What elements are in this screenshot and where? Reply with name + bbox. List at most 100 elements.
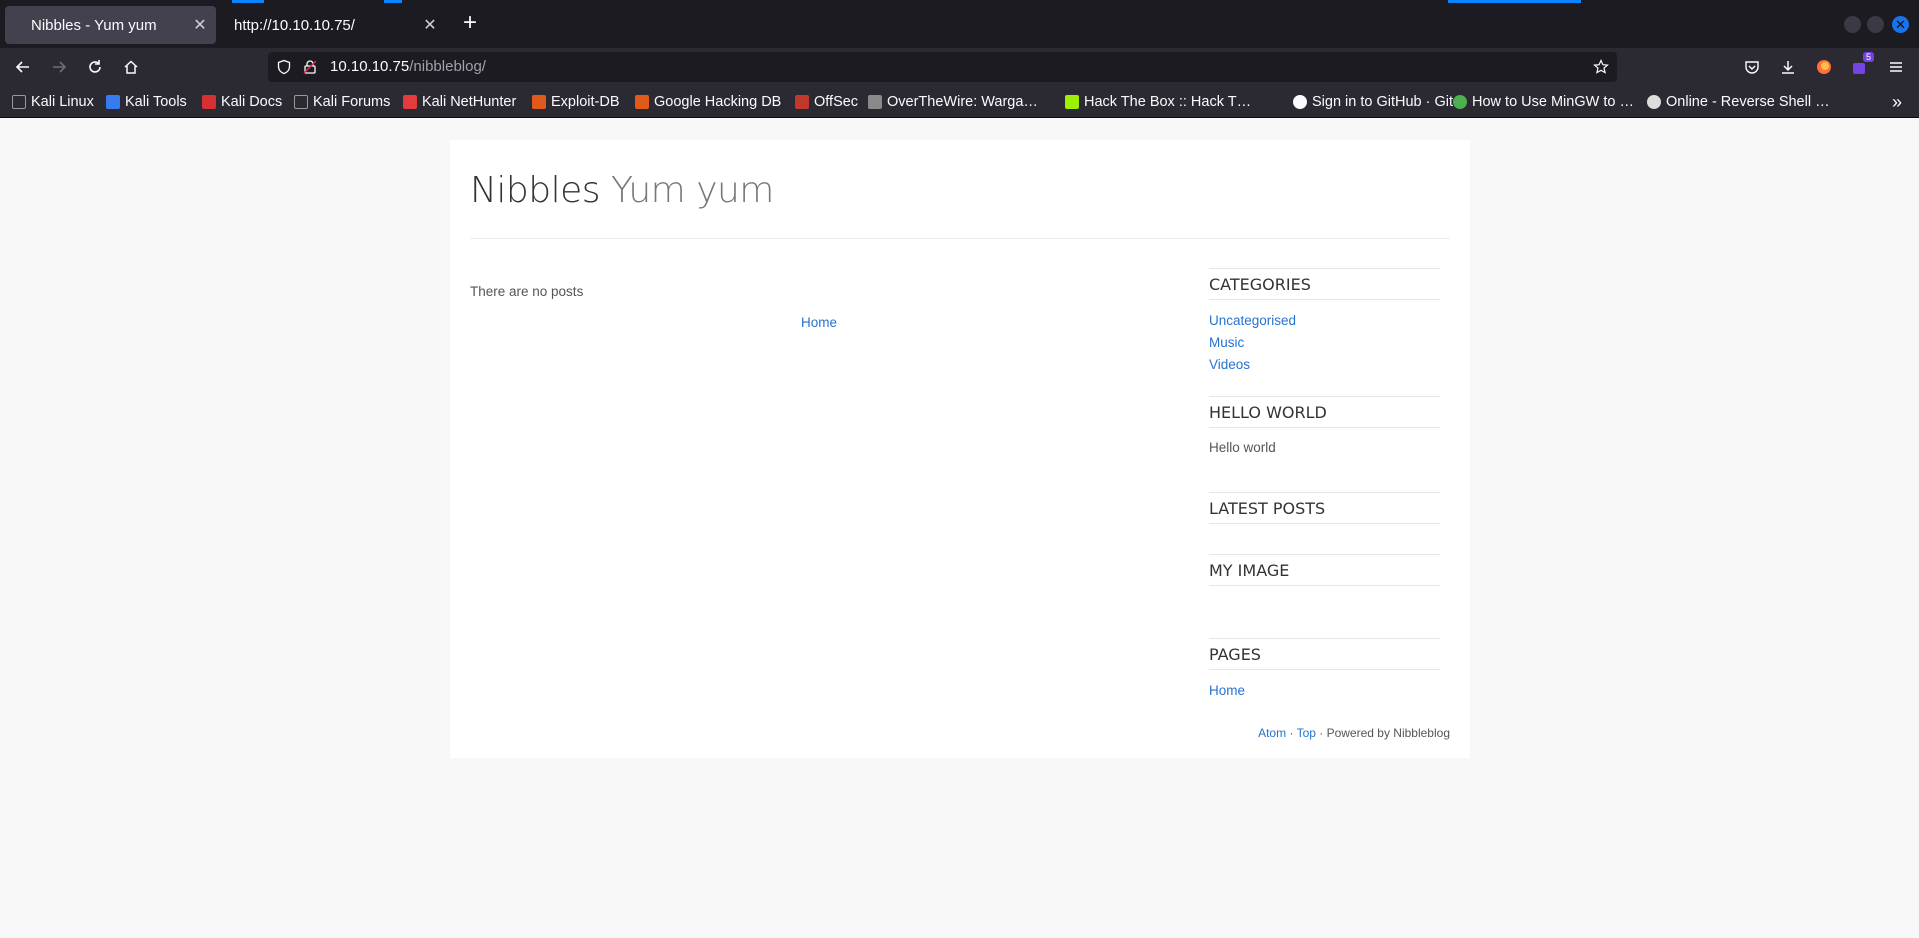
bookmarks-overflow-chevron-icon[interactable]: » (1892, 92, 1902, 112)
minimize-button[interactable] (1844, 16, 1861, 33)
skull-icon (1647, 95, 1661, 109)
hamburger-menu-icon[interactable] (1884, 55, 1908, 79)
tab-title: Nibbles - Yum yum (31, 16, 157, 34)
plugin-title: CATEGORIES (1209, 275, 1311, 294)
no-posts-message: There are no posts (470, 284, 584, 299)
downloads-icon[interactable] (1776, 55, 1800, 79)
bookmark-kali-nethunter[interactable]: Kali NetHunter (403, 92, 516, 112)
exploit-db-icon (532, 95, 546, 109)
bookmark-kali-forums[interactable]: Kali Forums (294, 92, 390, 112)
htb-icon (1065, 95, 1079, 109)
tab-accent-bar (232, 0, 264, 3)
url-path: /nibbleblog/ (409, 58, 486, 75)
plugin-header: LATEST POSTS (1209, 492, 1440, 524)
bookmark-offsec[interactable]: OffSec (795, 92, 858, 112)
pocket-icon[interactable] (1740, 55, 1764, 79)
plugin-title: HELLO WORLD (1209, 403, 1327, 422)
category-link-music[interactable]: Music (1209, 332, 1296, 354)
maximize-button[interactable] (1867, 16, 1884, 33)
blog-header-title[interactable]: Nibbles Yum yum (470, 170, 774, 211)
header-divider (470, 238, 1450, 239)
bookmark-label: Hack The Box :: Hack T… (1084, 94, 1252, 110)
extensions-badge: 5 (1862, 52, 1874, 62)
footer-powered-by: · Powered by Nibbleblog (1315, 726, 1450, 740)
pages-list: Home (1209, 680, 1245, 702)
kali-forums-icon (294, 95, 308, 109)
bookmark-kali-linux[interactable]: Kali Linux (12, 92, 94, 112)
category-list: Uncategorised Music Videos (1209, 310, 1296, 376)
tab-accent-bar (1448, 0, 1581, 3)
bookmark-label: How to Use MinGW to … (1472, 94, 1634, 110)
blog-name: Nibbles (470, 170, 601, 211)
home-icon[interactable] (119, 55, 143, 79)
bookmark-kali-tools[interactable]: Kali Tools (106, 92, 187, 112)
ghdb-icon (635, 95, 649, 109)
bookmark-ghdb[interactable]: Google Hacking DB (635, 92, 781, 112)
bookmark-label: Kali Linux (31, 94, 94, 110)
plugin-title: LATEST POSTS (1209, 499, 1326, 518)
bookmark-github[interactable]: Sign in to GitHub · Git… (1293, 92, 1468, 112)
plugin-header: MY IMAGE (1209, 554, 1440, 586)
nethunter-icon (403, 95, 417, 109)
plugin-header: PAGES (1209, 638, 1440, 670)
offsec-icon (795, 95, 809, 109)
category-link-uncategorised[interactable]: Uncategorised (1209, 310, 1296, 332)
firefox-account-icon[interactable] (1812, 55, 1836, 79)
bookmark-reverse-shell[interactable]: Online - Reverse Shell … (1647, 92, 1830, 112)
shield-icon[interactable] (276, 59, 292, 75)
kali-tools-icon (106, 95, 120, 109)
bookmark-label: Kali Tools (125, 94, 187, 110)
tab-title: http://10.10.10.75/ (234, 16, 355, 34)
bookmark-mingw[interactable]: How to Use MinGW to … (1453, 92, 1634, 112)
blog-footer: Atom · Top · Powered by Nibbleblog (1258, 726, 1450, 740)
overthewire-icon (868, 95, 882, 109)
blog-slogan: Yum yum (611, 170, 774, 211)
plugin-header: CATEGORIES (1209, 268, 1440, 300)
bookmark-label: Exploit-DB (551, 94, 620, 110)
hello-world-text: Hello world (1209, 440, 1276, 455)
footer-separator: · (1286, 726, 1297, 740)
bookmark-label: Kali NetHunter (422, 94, 517, 110)
tab-strip: Nibbles - Yum yum ✕ http://10.10.10.75/ … (0, 0, 1919, 48)
github-icon (1293, 95, 1307, 109)
plugin-title: MY IMAGE (1209, 561, 1290, 580)
bookmark-hackthebox[interactable]: Hack The Box :: Hack T… (1065, 92, 1251, 112)
insecure-lock-icon[interactable] (302, 59, 318, 75)
mingw-icon (1453, 95, 1467, 109)
bookmarks-toolbar: Kali Linux Kali Tools Kali Docs Kali For… (0, 86, 1919, 118)
bookmark-label: Sign in to GitHub · Git… (1312, 94, 1468, 110)
footer-top-link[interactable]: Top (1297, 726, 1316, 740)
bookmark-label: Online - Reverse Shell … (1666, 94, 1830, 110)
category-link-videos[interactable]: Videos (1209, 354, 1296, 376)
bookmark-label: OverTheWire: Warga… (887, 94, 1038, 110)
url-bar[interactable]: 10.10.10.75/nibbleblog/ (268, 52, 1617, 82)
pager-home-link[interactable]: Home (801, 315, 837, 330)
footer-atom-link[interactable]: Atom (1258, 726, 1286, 740)
bookmark-label: Google Hacking DB (654, 94, 782, 110)
tab-close-icon[interactable]: ✕ (420, 15, 440, 35)
tab-nibbles[interactable]: Nibbles - Yum yum ✕ (5, 6, 216, 44)
tab-accent-bar (384, 0, 402, 3)
reload-icon[interactable] (83, 55, 107, 79)
bookmark-star-icon[interactable] (1593, 59, 1609, 75)
bookmark-label: OffSec (814, 94, 859, 110)
back-arrow-icon[interactable] (11, 55, 35, 79)
plugin-header: HELLO WORLD (1209, 396, 1440, 428)
plugin-title: PAGES (1209, 645, 1261, 664)
navigation-toolbar: 10.10.10.75/nibbleblog/ 5 (0, 48, 1919, 86)
page-link-home[interactable]: Home (1209, 680, 1245, 702)
bookmark-kali-docs[interactable]: Kali Docs (202, 92, 282, 112)
new-tab-plus-icon[interactable]: + (458, 11, 482, 36)
bookmark-label: Kali Forums (313, 94, 391, 110)
tab-url[interactable]: http://10.10.10.75/ ✕ (226, 6, 446, 44)
browser-chrome: Nibbles - Yum yum ✕ http://10.10.10.75/ … (0, 0, 1919, 118)
kali-docs-icon (202, 95, 216, 109)
bookmark-exploit-db[interactable]: Exploit-DB (532, 92, 620, 112)
url-text[interactable]: 10.10.10.75/nibbleblog/ (330, 58, 486, 76)
tab-close-icon[interactable]: ✕ (190, 15, 210, 35)
window-close-button[interactable]: ✕ (1892, 16, 1909, 33)
extensions-icon[interactable]: 5 (1848, 52, 1874, 79)
bookmark-overthewire[interactable]: OverTheWire: Warga… (868, 92, 1038, 112)
blog-container: Nibbles Yum yum There are no posts Home … (450, 140, 1470, 758)
forward-arrow-icon[interactable] (47, 55, 71, 79)
